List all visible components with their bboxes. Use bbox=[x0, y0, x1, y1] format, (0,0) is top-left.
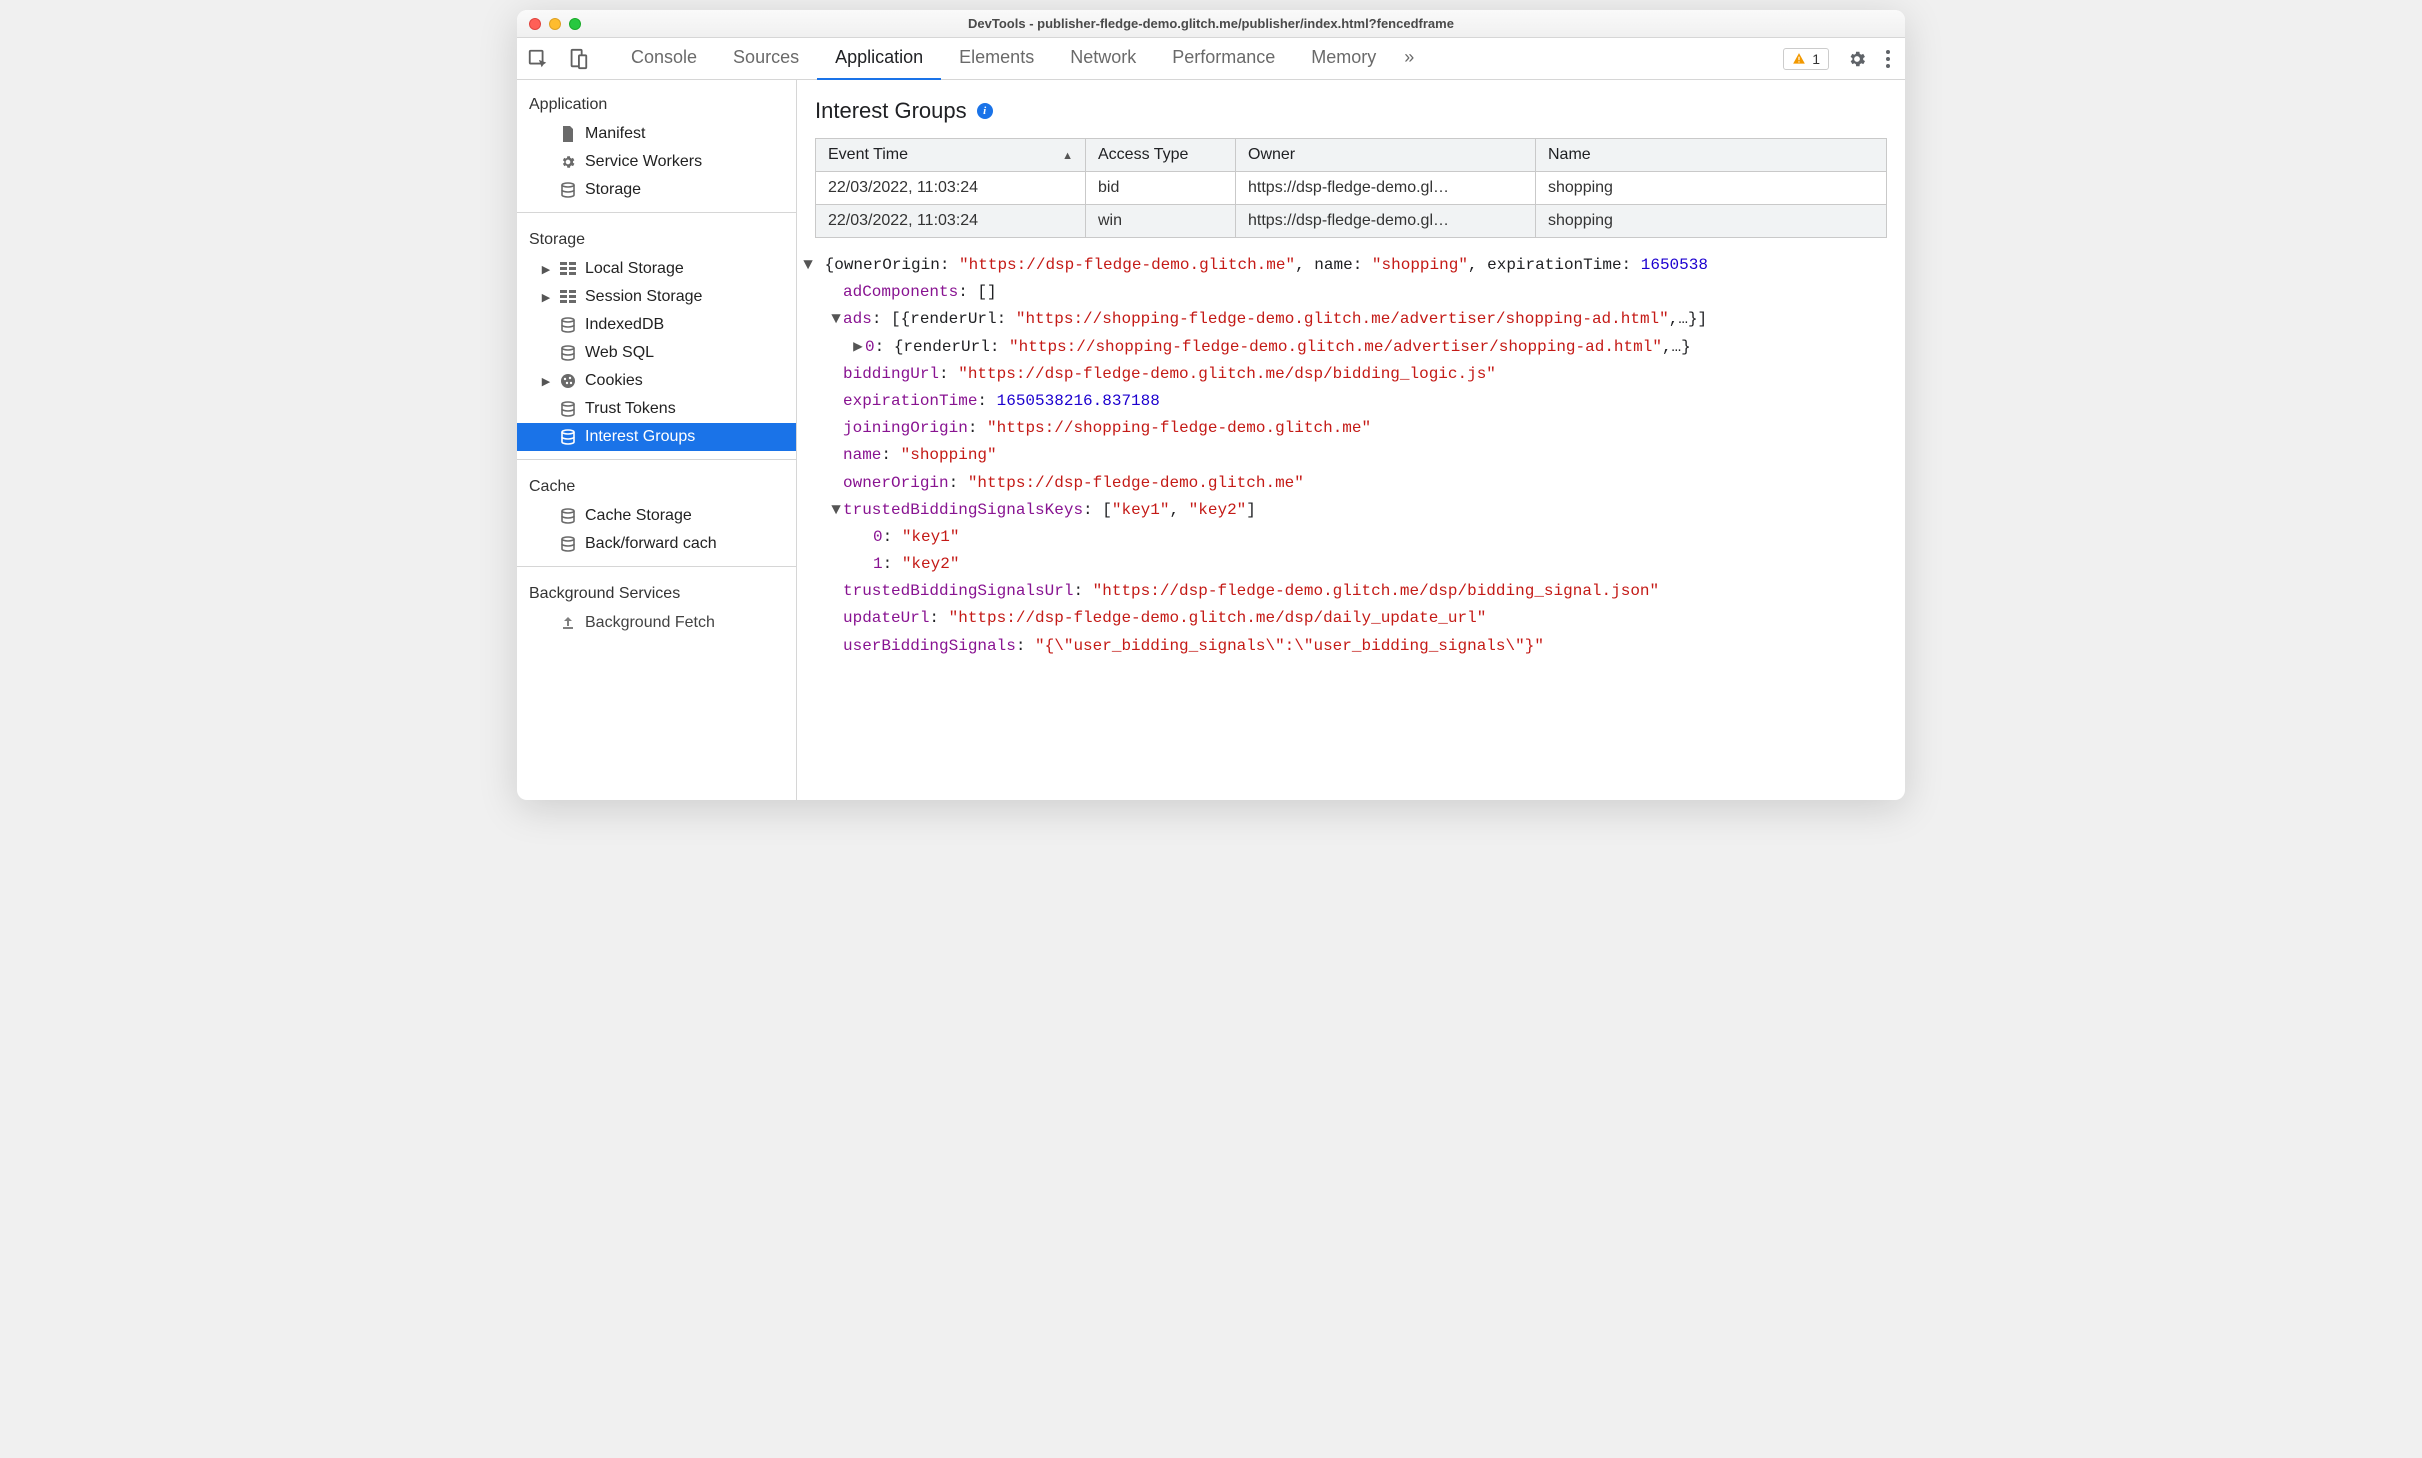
ov-name[interactable]: ▼name: "shopping" bbox=[801, 442, 1901, 469]
disclosure-triangle-icon[interactable]: ▼ bbox=[829, 306, 843, 333]
file-icon bbox=[559, 126, 577, 142]
grid-icon bbox=[559, 290, 577, 304]
upload-icon bbox=[559, 615, 577, 631]
ov-joiningorigin[interactable]: ▼joiningOrigin: "https://shopping-fledge… bbox=[801, 415, 1901, 442]
sidebar-item-indexeddb[interactable]: ▶ IndexedDB bbox=[517, 311, 796, 339]
col-name[interactable]: Name bbox=[1536, 139, 1887, 172]
main-panel: Interest Groups i Event Time▲ Access Typ… bbox=[797, 80, 1905, 800]
ov-userbiddingsignals[interactable]: ▼userBiddingSignals: "{\"user_bidding_si… bbox=[801, 633, 1901, 660]
db-icon bbox=[559, 536, 577, 552]
sidebar-item-service-workers[interactable]: ▶ Service Workers bbox=[517, 148, 796, 176]
devtools-window: DevTools - publisher-fledge-demo.glitch.… bbox=[517, 10, 1905, 800]
db-icon bbox=[559, 345, 577, 361]
warning-count: 1 bbox=[1812, 51, 1820, 67]
gear-icon bbox=[559, 154, 577, 170]
cookie-icon bbox=[559, 373, 577, 389]
application-sidebar: Application ▶ Manifest ▶ Service Workers… bbox=[517, 80, 797, 800]
tab-console[interactable]: Console bbox=[613, 38, 715, 80]
table-row[interactable]: 22/03/2022, 11:03:24 bid https://dsp-fle… bbox=[816, 172, 1887, 205]
inspect-icon[interactable] bbox=[527, 48, 549, 70]
ov-tbskeys[interactable]: ▼trustedBiddingSignalsKeys: ["key1", "ke… bbox=[801, 497, 1901, 524]
settings-icon[interactable] bbox=[1847, 49, 1867, 69]
sidebar-group-bg-services: Background Services bbox=[517, 575, 796, 609]
disclosure-triangle-icon[interactable]: ▶ bbox=[851, 334, 865, 361]
sidebar-group-application: Application bbox=[517, 86, 796, 120]
sidebar-item-session-storage[interactable]: ▶ Session Storage bbox=[517, 283, 796, 311]
col-owner[interactable]: Owner bbox=[1236, 139, 1536, 172]
ov-ads[interactable]: ▼ads: [{renderUrl: "https://shopping-fle… bbox=[801, 306, 1901, 333]
tab-application[interactable]: Application bbox=[817, 38, 941, 80]
device-toggle-icon[interactable] bbox=[567, 48, 589, 70]
window-controls bbox=[517, 18, 581, 30]
db-icon bbox=[559, 182, 577, 198]
info-icon[interactable]: i bbox=[977, 103, 993, 119]
sidebar-item-trust-tokens[interactable]: ▶ Trust Tokens bbox=[517, 395, 796, 423]
close-window-button[interactable] bbox=[529, 18, 541, 30]
fullscreen-window-button[interactable] bbox=[569, 18, 581, 30]
tab-elements[interactable]: Elements bbox=[941, 38, 1052, 80]
ov-adcomponents[interactable]: ▼adComponents: [] bbox=[801, 279, 1901, 306]
tabs-overflow[interactable]: » bbox=[1394, 38, 1424, 80]
tab-sources[interactable]: Sources bbox=[715, 38, 817, 80]
devtools-toolbar: Console Sources Application Elements Net… bbox=[517, 38, 1905, 80]
ov-ownerorigin[interactable]: ▼ownerOrigin: "https://dsp-fledge-demo.g… bbox=[801, 470, 1901, 497]
issues-badge[interactable]: 1 bbox=[1783, 48, 1829, 70]
db-icon bbox=[559, 429, 577, 445]
sort-asc-icon: ▲ bbox=[1062, 150, 1073, 162]
ov-ads-0[interactable]: ▶0: {renderUrl: "https://shopping-fledge… bbox=[801, 334, 1901, 361]
panel-title: Interest Groups bbox=[815, 98, 967, 124]
sidebar-item-websql[interactable]: ▶ Web SQL bbox=[517, 339, 796, 367]
sidebar-group-cache: Cache bbox=[517, 468, 796, 502]
window-title: DevTools - publisher-fledge-demo.glitch.… bbox=[517, 16, 1905, 31]
sidebar-item-cookies[interactable]: ▶ Cookies bbox=[517, 367, 796, 395]
sidebar-item-storage[interactable]: ▶ Storage bbox=[517, 176, 796, 204]
sidebar-item-cache-storage[interactable]: ▶ Cache Storage bbox=[517, 502, 796, 530]
ov-header[interactable]: ▼ {ownerOrigin: "https://dsp-fledge-demo… bbox=[801, 252, 1901, 279]
events-table: Event Time▲ Access Type Owner Name 22/03… bbox=[815, 138, 1887, 238]
ov-expiration[interactable]: ▼expirationTime: 1650538216.837188 bbox=[801, 388, 1901, 415]
ov-tbskeys-1[interactable]: 1: "key2" bbox=[801, 551, 1901, 578]
table-row[interactable]: 22/03/2022, 11:03:24 win https://dsp-fle… bbox=[816, 205, 1887, 238]
ov-biddingurl[interactable]: ▼biddingUrl: "https://dsp-fledge-demo.gl… bbox=[801, 361, 1901, 388]
disclosure-triangle-icon[interactable]: ▼ bbox=[801, 252, 815, 279]
tab-memory[interactable]: Memory bbox=[1293, 38, 1394, 80]
object-viewer: ▼ {ownerOrigin: "https://dsp-fledge-demo… bbox=[797, 238, 1905, 672]
warning-icon bbox=[1792, 52, 1806, 66]
grid-icon bbox=[559, 262, 577, 276]
sidebar-item-interest-groups[interactable]: ▶ Interest Groups bbox=[517, 423, 796, 451]
disclosure-triangle-icon[interactable]: ▼ bbox=[829, 497, 843, 524]
sidebar-item-bfcache[interactable]: ▶ Back/forward cach bbox=[517, 530, 796, 558]
more-icon[interactable] bbox=[1885, 49, 1891, 69]
col-event-time[interactable]: Event Time▲ bbox=[816, 139, 1086, 172]
db-icon bbox=[559, 508, 577, 524]
col-access-type[interactable]: Access Type bbox=[1086, 139, 1236, 172]
tab-network[interactable]: Network bbox=[1052, 38, 1154, 80]
devtools-tabs: Console Sources Application Elements Net… bbox=[613, 38, 1424, 80]
sidebar-item-bg-fetch[interactable]: ▶ Background Fetch bbox=[517, 609, 796, 637]
db-icon bbox=[559, 401, 577, 417]
minimize-window-button[interactable] bbox=[549, 18, 561, 30]
sidebar-item-manifest[interactable]: ▶ Manifest bbox=[517, 120, 796, 148]
db-icon bbox=[559, 317, 577, 333]
titlebar: DevTools - publisher-fledge-demo.glitch.… bbox=[517, 10, 1905, 38]
ov-tbskeys-0[interactable]: 0: "key1" bbox=[801, 524, 1901, 551]
tab-performance[interactable]: Performance bbox=[1154, 38, 1293, 80]
ov-tbsurl[interactable]: ▼trustedBiddingSignalsUrl: "https://dsp-… bbox=[801, 578, 1901, 605]
ov-updateurl[interactable]: ▼updateUrl: "https://dsp-fledge-demo.gli… bbox=[801, 605, 1901, 632]
sidebar-item-local-storage[interactable]: ▶ Local Storage bbox=[517, 255, 796, 283]
sidebar-group-storage: Storage bbox=[517, 221, 796, 255]
